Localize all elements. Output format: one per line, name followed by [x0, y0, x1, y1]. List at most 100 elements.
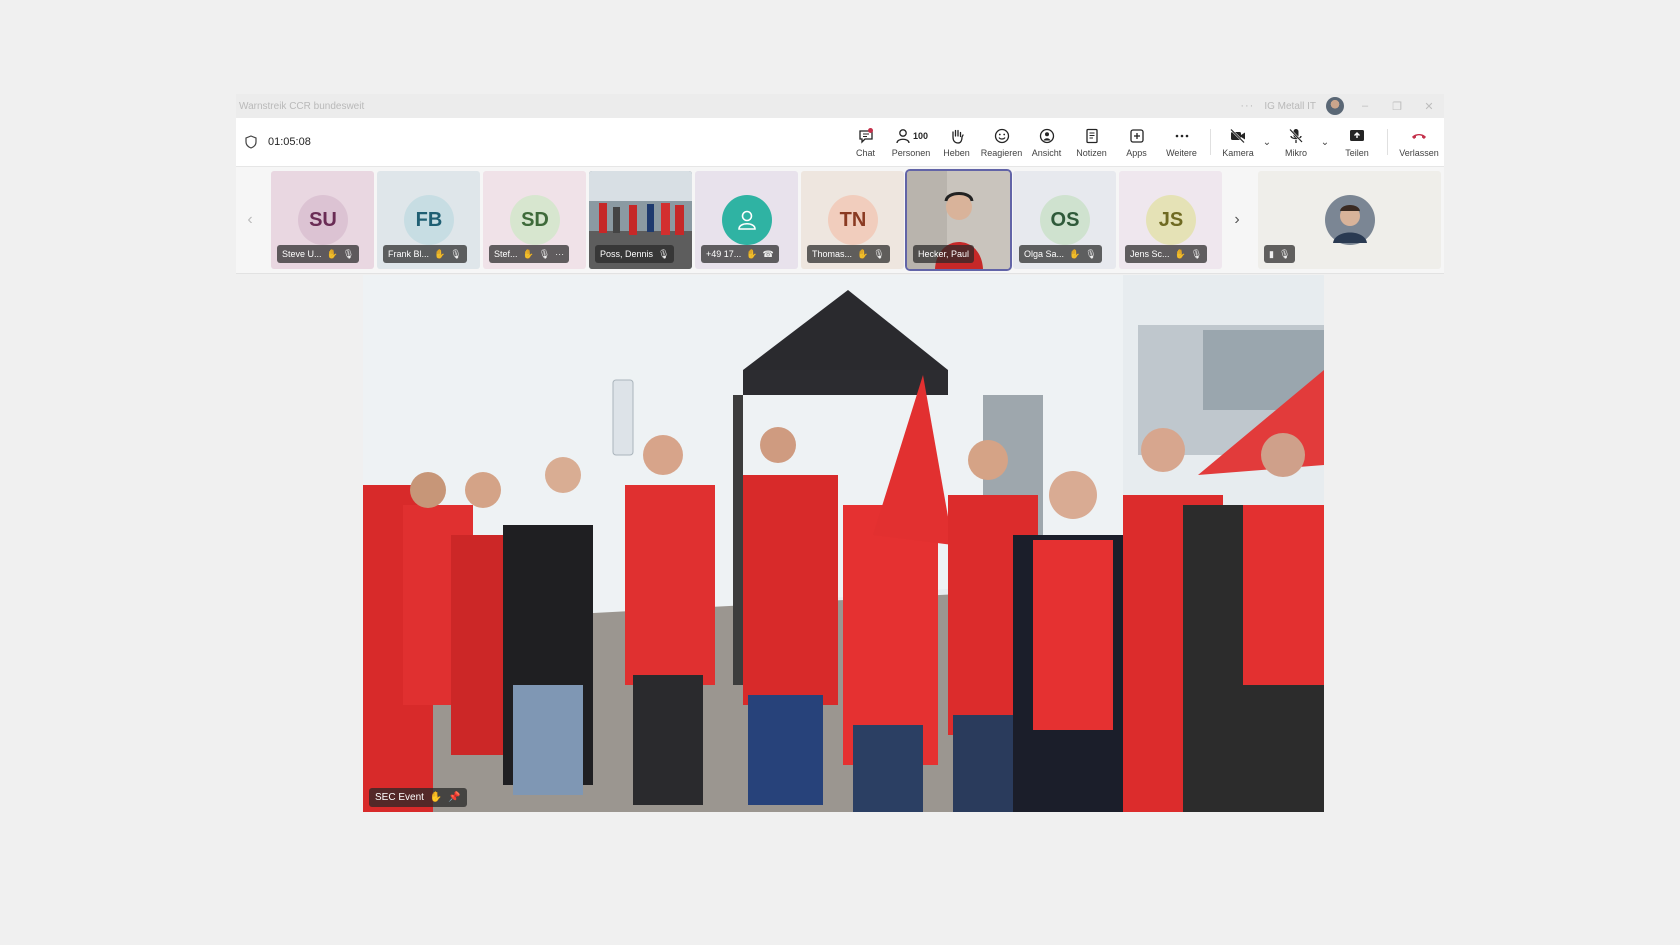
notes-button[interactable]: Notizen [1069, 118, 1114, 166]
participant-tile-video[interactable]: Poss, Dennis 🎙 [589, 171, 692, 269]
view-button[interactable]: Ansicht [1024, 118, 1069, 166]
participant-tile[interactable]: SU Steve U... ✋ 🎙 [271, 171, 374, 269]
raise-label: Heben [943, 147, 970, 158]
share-screen-icon [1350, 129, 1364, 141]
user-avatar[interactable] [1326, 97, 1344, 115]
toolbar-divider [1210, 129, 1211, 155]
hand-icon [951, 129, 964, 144]
main-video-name: SEC Event [375, 792, 424, 803]
participant-tile[interactable]: +49 17... ✋ ☎ [695, 171, 798, 269]
shield-icon[interactable] [244, 135, 258, 149]
apps-label: Apps [1126, 147, 1147, 158]
participant-name: Poss, Dennis [600, 249, 654, 259]
meeting-title: Warnstreik CCR bundesweit [239, 100, 365, 112]
strip-prev-chevron-icon[interactable]: ‹ [239, 167, 261, 273]
pin-icon[interactable]: 📌 [448, 792, 460, 803]
share-label: Teilen [1345, 147, 1369, 158]
more-label: Weitere [1166, 147, 1197, 158]
meeting-timer: 01:05:08 [268, 136, 311, 148]
participant-name: Frank Bl... [388, 249, 430, 259]
camera-label: Kamera [1222, 147, 1254, 158]
teams-meeting-window: Warnstreik CCR bundesweit ··· IG Metall … [236, 94, 1444, 274]
strip-next-chevron-icon[interactable]: › [1226, 167, 1248, 273]
participant-name-pill: Olga Sa... ✋ 🎙 [1019, 245, 1102, 263]
hang-up-icon [1412, 133, 1426, 139]
participant-initials: OS [1040, 195, 1090, 245]
more-options-icon[interactable]: ··· [1240, 100, 1254, 112]
ellipsis-icon [1175, 134, 1188, 137]
leave-button[interactable]: Verlassen [1394, 118, 1444, 166]
participant-initials: TN [828, 195, 878, 245]
people-button[interactable]: 100 Personen [888, 118, 934, 166]
participant-tile[interactable]: FB Frank Bl... ✋ 🎙 [377, 171, 480, 269]
self-status-pill: ▮ 🎙 [1264, 245, 1296, 263]
close-icon[interactable]: ✕ [1418, 100, 1440, 113]
raise-hand-button[interactable]: Heben [934, 118, 979, 166]
person-icon [738, 210, 756, 230]
participant-tile-video-active[interactable]: Hecker, Paul [905, 169, 1012, 271]
organization-name: IG Metall IT [1264, 100, 1316, 112]
participant-name-pill: Jens Sc... ✋ 🎙 [1125, 245, 1208, 263]
mic-button[interactable]: Mikro [1275, 118, 1317, 166]
view-label: Ansicht [1031, 147, 1062, 158]
smiley-icon [994, 128, 1009, 143]
participant-name-pill: Steve U... ✋ 🎙 [277, 245, 360, 263]
participant-name: Hecker, Paul [918, 249, 970, 259]
chat-button[interactable]: Chat [843, 118, 888, 166]
chat-notification-dot [868, 128, 873, 133]
people-label: Personen [891, 147, 931, 158]
view-icon [1039, 128, 1054, 143]
mic-off-icon [1289, 128, 1303, 143]
participant-tile[interactable]: OS Olga Sa... ✋ 🎙 [1013, 171, 1116, 269]
mic-off-icon: 🎙 [450, 248, 462, 259]
mic-off-icon: 🎙 [873, 248, 885, 259]
camera-button[interactable]: Kamera [1217, 118, 1259, 166]
apps-button[interactable]: Apps [1114, 118, 1159, 166]
participant-initials: SU [298, 195, 348, 245]
hand-icon: ✋ [857, 248, 869, 259]
meeting-info: 01:05:08 [244, 118, 311, 166]
restore-icon[interactable]: ❐ [1386, 100, 1408, 113]
more-options-icon[interactable]: ··· [555, 249, 564, 259]
hand-icon: ✋ [746, 248, 758, 259]
participant-tile[interactable]: JS Jens Sc... ✋ 🎙 [1119, 171, 1222, 269]
participant-tile[interactable]: TN Thomas... ✋ 🎙 [801, 171, 904, 269]
mic-options-chevron-icon[interactable]: ⌄ [1317, 118, 1333, 166]
chat-label: Chat [855, 147, 875, 158]
hand-icon: ✋ [522, 248, 534, 259]
add-apps-icon [1129, 128, 1144, 143]
participant-name-pill: Hecker, Paul [913, 245, 975, 263]
participant-initials: JS [1146, 195, 1196, 245]
main-video-label: SEC Event ✋ 📌 [369, 788, 467, 807]
react-label: Reagieren [980, 147, 1023, 158]
hand-icon: ✋ [326, 248, 338, 259]
notes-label: Notizen [1076, 147, 1107, 158]
mic-off-icon: 🎙 [1278, 248, 1291, 259]
participant-initials: SD [510, 195, 560, 245]
default-user-avatar [722, 195, 772, 245]
leave-label: Verlassen [1399, 147, 1439, 158]
camera-options-chevron-icon[interactable]: ⌄ [1259, 118, 1275, 166]
notes-icon [1085, 128, 1098, 143]
self-view-tile[interactable]: ▮ 🎙 [1258, 171, 1441, 269]
participant-name: Stef... [494, 249, 518, 259]
share-button[interactable]: Teilen [1333, 118, 1381, 166]
participant-name: Thomas... [812, 249, 853, 259]
hand-icon: ✋ [1069, 248, 1081, 259]
hand-icon: ✋ [429, 792, 443, 803]
more-actions-button[interactable]: Weitere [1159, 118, 1204, 166]
minimize-icon[interactable]: – [1354, 100, 1376, 112]
participant-tile[interactable]: SD Stef... ✋ 🎙 ··· [483, 171, 586, 269]
hand-icon: ✋ [1174, 248, 1186, 259]
participant-name-pill: Thomas... ✋ 🎙 [807, 245, 890, 263]
phone-icon: ☎ [762, 248, 774, 259]
title-bar-right: ··· IG Metall IT – ❐ ✕ [1240, 97, 1444, 115]
toolbar-divider-2 [1387, 129, 1388, 155]
react-button[interactable]: Reagieren [979, 118, 1024, 166]
mic-off-icon: 🎙 [342, 248, 355, 259]
main-video-feed [363, 275, 1324, 812]
participant-name: +49 17... [706, 249, 742, 259]
participant-strip: ‹ SU Steve U... ✋ 🎙 FB Frank Bl... ✋ 🎙 SD St… [236, 167, 1444, 274]
title-bar: Warnstreik CCR bundesweit ··· IG Metall … [236, 94, 1444, 118]
participant-name: Steve U... [282, 249, 322, 259]
